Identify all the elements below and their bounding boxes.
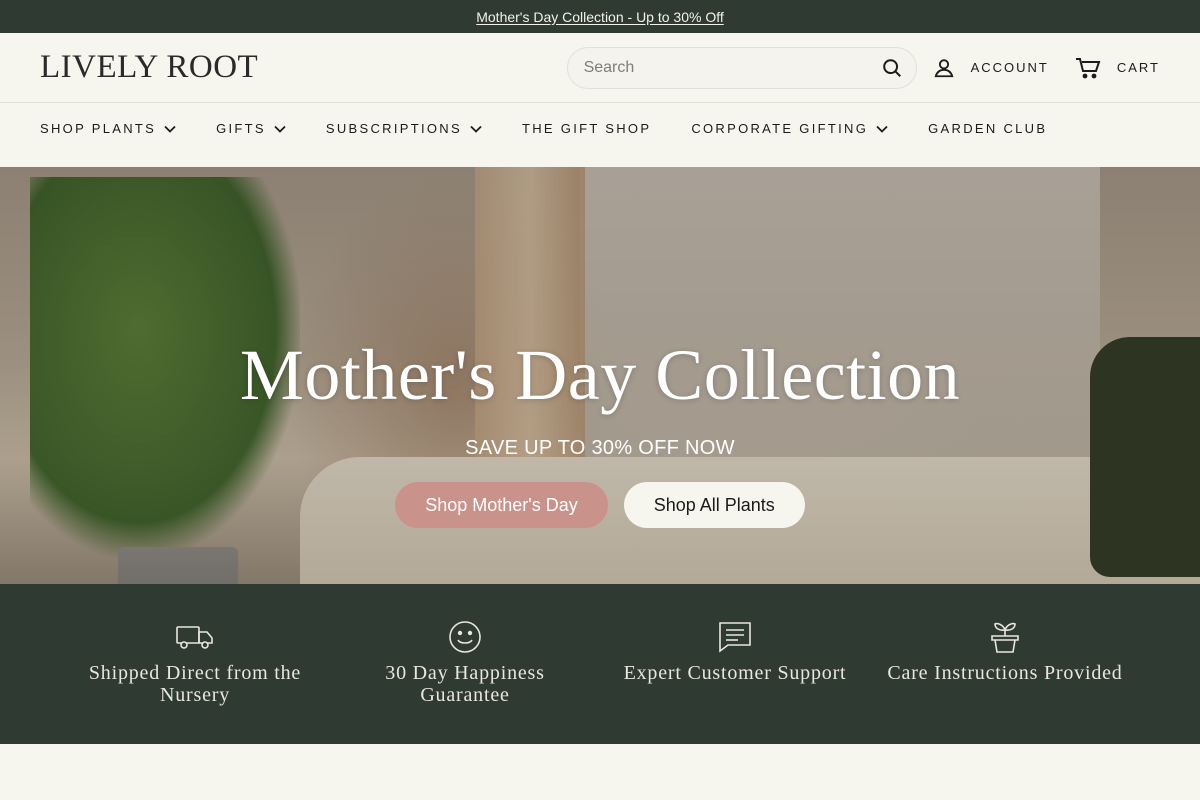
- nav-label: CORPORATE GIFTING: [691, 121, 869, 136]
- account-label: ACCOUNT: [970, 60, 1049, 75]
- header-actions: ACCOUNT CART: [566, 46, 1160, 89]
- feature-text: 30 Day Happiness Guarantee: [385, 662, 545, 706]
- search-input[interactable]: [583, 58, 880, 77]
- feature-support: Expert Customer Support: [600, 584, 870, 744]
- feature-text: Care Instructions Provided: [887, 662, 1123, 684]
- site-header: LIVELY ROOT ACCOUNT CART: [0, 33, 1200, 103]
- feature-care: Care Instructions Provided: [870, 584, 1140, 744]
- nav-item-shop-plants[interactable]: SHOP PLANTS: [40, 121, 176, 136]
- hero-content: Mother's Day Collection SAVE UP TO 30% O…: [0, 339, 1200, 528]
- cart-link[interactable]: CART: [1075, 57, 1160, 79]
- feature-guarantee: 30 Day Happiness Guarantee: [330, 584, 600, 744]
- hero-title: Mother's Day Collection: [239, 335, 961, 415]
- feature-text: Shipped Direct from the Nursery: [88, 662, 302, 706]
- main-nav: SHOP PLANTS GIFTS SUBSCRIPTIONS THE GIFT…: [0, 103, 1200, 167]
- nav-item-garden-club[interactable]: GARDEN CLUB: [928, 121, 1047, 136]
- search-icon[interactable]: [880, 56, 904, 80]
- feature-shipping: Shipped Direct from the Nursery: [60, 584, 330, 744]
- nav-label: SHOP PLANTS: [40, 121, 157, 136]
- chevron-down-icon: [164, 125, 176, 133]
- hero-subtitle: SAVE UP TO 30% OFF NOW: [465, 437, 735, 459]
- chevron-down-icon: [470, 125, 482, 133]
- announcement-bar: Mother's Day Collection - Up to 30% Off: [0, 0, 1200, 33]
- announcement-link[interactable]: Mother's Day Collection - Up to 30% Off: [476, 9, 724, 25]
- nav-item-corporate-gifting[interactable]: CORPORATE GIFTING: [691, 121, 888, 136]
- search-bar: [566, 46, 917, 89]
- shop-mothers-day-button[interactable]: Shop Mother's Day: [395, 482, 608, 528]
- chat-icon: [718, 620, 752, 654]
- shop-all-plants-button[interactable]: Shop All Plants: [623, 482, 805, 528]
- smile-icon: [448, 620, 482, 654]
- nav-label: THE GIFT SHOP: [521, 121, 652, 136]
- truck-icon: [176, 620, 214, 654]
- nav-label: GARDEN CLUB: [928, 121, 1048, 136]
- nav-label: SUBSCRIPTIONS: [325, 121, 462, 136]
- account-link[interactable]: ACCOUNT: [933, 57, 1049, 79]
- features-bar: Shipped Direct from the Nursery 30 Day H…: [0, 584, 1200, 744]
- user-icon: [933, 57, 955, 79]
- hero-banner: Mother's Day Collection SAVE UP TO 30% O…: [0, 167, 1200, 584]
- chevron-down-icon: [876, 125, 888, 133]
- nav-item-the-gift-shop[interactable]: THE GIFT SHOP: [522, 121, 651, 136]
- nav-item-subscriptions[interactable]: SUBSCRIPTIONS: [326, 121, 482, 136]
- nav-item-gifts[interactable]: GIFTS: [216, 121, 286, 136]
- hero-buttons: Shop Mother's Day Shop All Plants: [0, 482, 1200, 528]
- nav-label: GIFTS: [216, 121, 266, 136]
- chevron-down-icon: [274, 125, 286, 133]
- feature-text: Expert Customer Support: [623, 662, 847, 684]
- cart-label: CART: [1116, 60, 1160, 75]
- plant-pot-icon: [990, 620, 1020, 654]
- cart-icon: [1075, 57, 1101, 79]
- logo[interactable]: LIVELY ROOT: [40, 49, 258, 86]
